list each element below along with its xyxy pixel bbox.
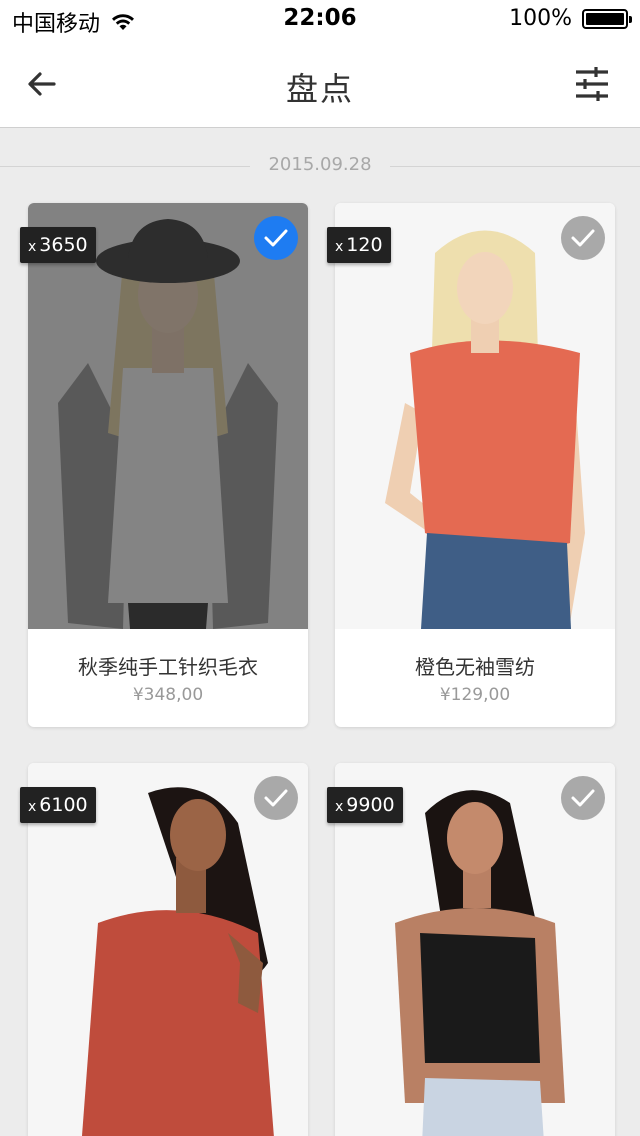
checkmark-icon — [571, 229, 595, 247]
date-divider: 2015.09.28 — [0, 152, 640, 182]
model-image — [335, 203, 615, 629]
product-name: 橙色无袖雪纺 — [415, 655, 535, 679]
checkmark-icon — [264, 229, 288, 247]
selected-overlay — [28, 203, 308, 629]
product-card[interactable]: x 3650 秋季纯手工针织毛衣 ¥348,00 — [20, 203, 308, 727]
product-card[interactable]: x 6100 — [20, 763, 308, 1136]
product-photo — [335, 203, 615, 629]
product-price: ¥129,00 — [439, 685, 511, 705]
product-card[interactable]: x 9900 — [327, 763, 615, 1136]
status-bar: 中国移动 22:06 100% — [0, 0, 640, 40]
product-name: 秋季纯手工针织毛衣 — [78, 655, 258, 679]
page-title: 盘点 — [285, 70, 354, 108]
select-checkbox[interactable] — [254, 216, 298, 260]
quantity-badge: x 6100 — [20, 787, 96, 823]
battery-icon — [582, 8, 632, 29]
battery-percent: 100% — [509, 6, 572, 31]
filter-button[interactable] — [572, 64, 612, 104]
product-price: ¥348,00 — [132, 685, 204, 705]
quantity-badge: x 120 — [327, 227, 391, 263]
filter-sliders-icon — [576, 67, 608, 101]
checkmark-icon — [264, 789, 288, 807]
checkmark-icon — [571, 789, 595, 807]
date-label: 2015.09.28 — [260, 154, 380, 175]
product-card[interactable]: x 120 橙色无袖雪纺 ¥129,00 — [327, 203, 615, 727]
select-checkbox[interactable] — [561, 776, 605, 820]
status-right: 100% — [509, 6, 632, 31]
select-checkbox[interactable] — [254, 776, 298, 820]
quantity-badge: x 9900 — [327, 787, 403, 823]
nav-bar: 盘点 — [0, 40, 640, 128]
quantity-badge: x 3650 — [20, 227, 96, 263]
select-checkbox[interactable] — [561, 216, 605, 260]
